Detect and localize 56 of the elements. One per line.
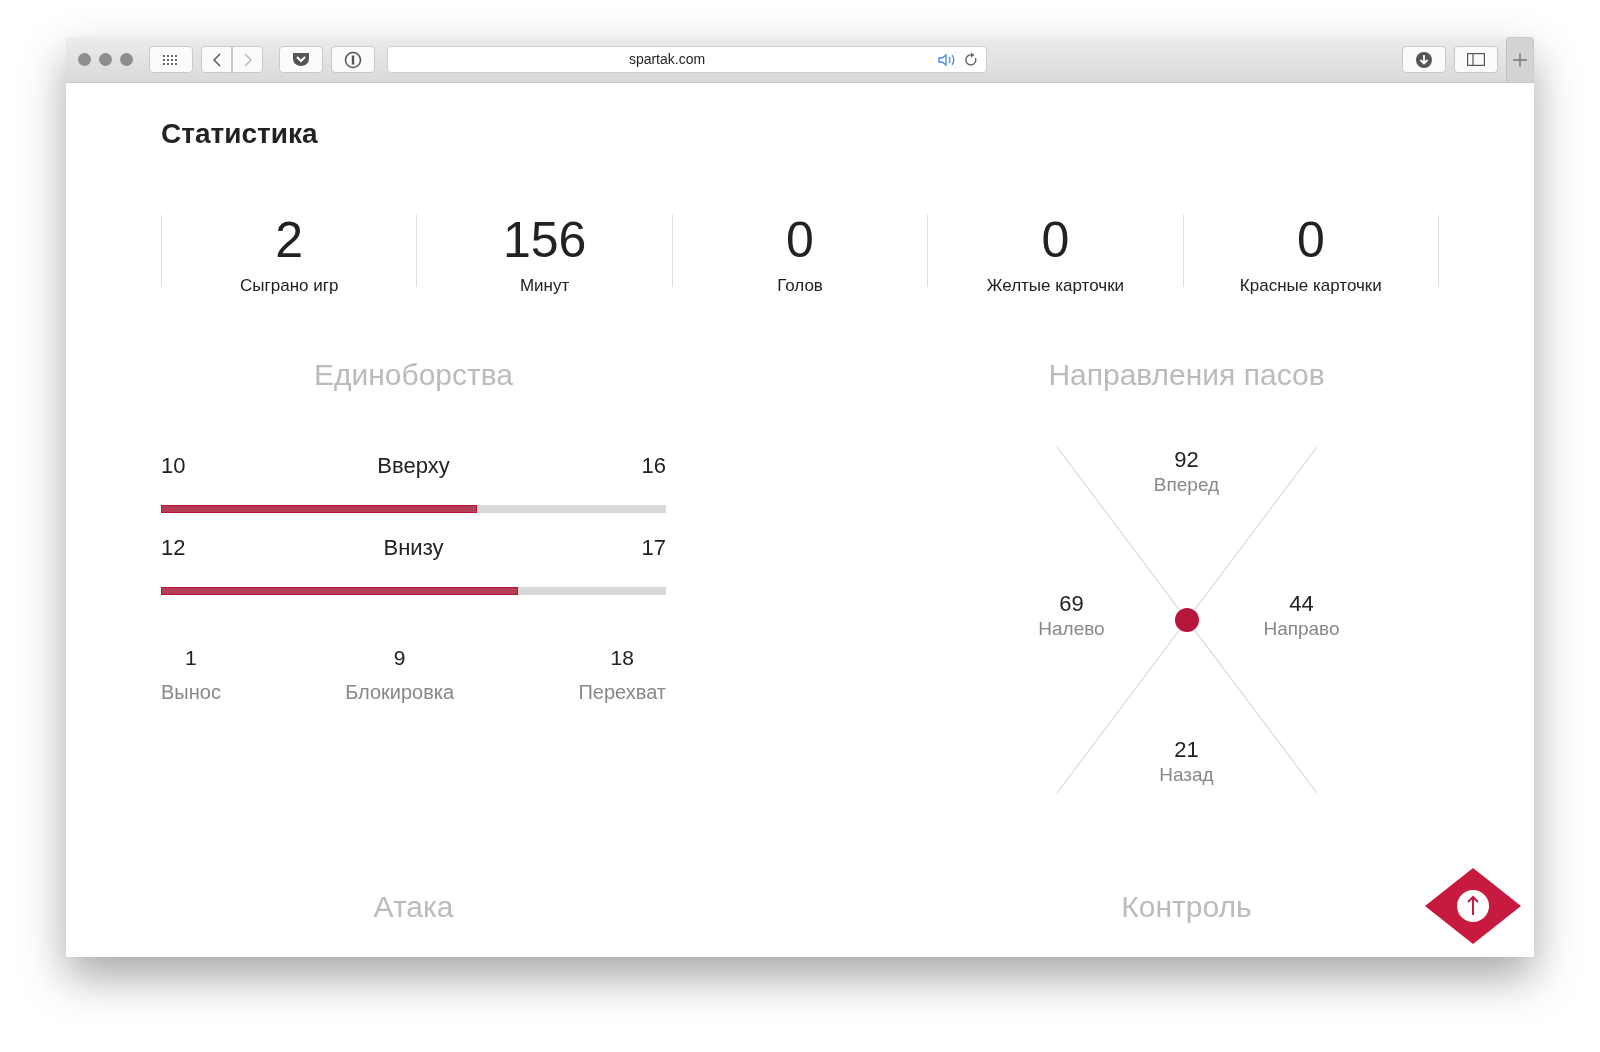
stat-value: 0 [1040, 215, 1071, 265]
pass-direction-label: Налево [1037, 617, 1106, 641]
total-label: Перехват [578, 680, 666, 705]
total-value: 1 [184, 645, 198, 671]
pass-direction-label: Назад [1158, 763, 1215, 787]
pass-direction-label: Направо [1262, 617, 1341, 641]
download-button[interactable] [1402, 46, 1446, 73]
window-minimize-dot[interactable] [99, 53, 112, 66]
total-label: Блокировка [345, 680, 455, 705]
section-title: Единоборства [312, 357, 515, 393]
section-title: Контроль [1120, 889, 1253, 925]
stat-value: 156 [501, 215, 588, 265]
back-icon [212, 52, 221, 67]
stat-value: 0 [785, 215, 815, 265]
total-value: 18 [609, 645, 635, 671]
password-button[interactable] [331, 46, 375, 73]
stat-label: Голов [776, 275, 824, 297]
grid-button[interactable] [149, 46, 193, 73]
duel-count: 12 [161, 535, 186, 561]
pass-count: 69 [1058, 591, 1085, 617]
speaker-icon[interactable] [938, 52, 956, 67]
stat-label: Красные карточки [1238, 275, 1383, 297]
duel-count: 10 [161, 453, 186, 479]
reload-icon[interactable] [964, 52, 978, 67]
address-bar[interactable]: spartak.com [387, 46, 987, 73]
section-title: Атака [372, 889, 455, 925]
window-close-dot[interactable] [78, 53, 91, 66]
duel-label: Вверху [377, 453, 450, 479]
stat-label: Желтые карточки [985, 275, 1126, 297]
download-icon [1416, 51, 1432, 68]
duel-count: 16 [641, 453, 666, 479]
pass-count: 21 [1173, 737, 1200, 763]
duel-label: Внизу [383, 535, 444, 561]
pass-count: 92 [1173, 447, 1200, 473]
grid-icon [163, 54, 179, 65]
back-to-top-button[interactable] [1424, 867, 1522, 945]
window-zoom-dot[interactable] [120, 53, 133, 66]
section-title: Направления пасов [1047, 357, 1326, 393]
pocket-button[interactable] [279, 46, 323, 73]
pass-direction-label: Вперед [1152, 473, 1221, 497]
stat-label: Сыграно игр [239, 275, 340, 297]
center-dot [1174, 608, 1199, 632]
total-value: 9 [392, 645, 407, 671]
stat-value: 0 [1295, 215, 1326, 265]
stat-label: Минут [518, 275, 571, 297]
forward-icon [243, 52, 252, 67]
url-text: spartak.com [627, 50, 707, 69]
plus-icon [1513, 52, 1527, 67]
pocket-icon [292, 52, 310, 67]
pass-count: 44 [1288, 591, 1315, 617]
duel-count: 17 [641, 535, 666, 561]
page-title: Статистика [161, 117, 319, 151]
sidebar-button[interactable] [1454, 46, 1498, 73]
sidebar-icon [1467, 53, 1485, 66]
stat-value: 2 [274, 215, 305, 265]
total-label: Вынос [161, 680, 221, 705]
